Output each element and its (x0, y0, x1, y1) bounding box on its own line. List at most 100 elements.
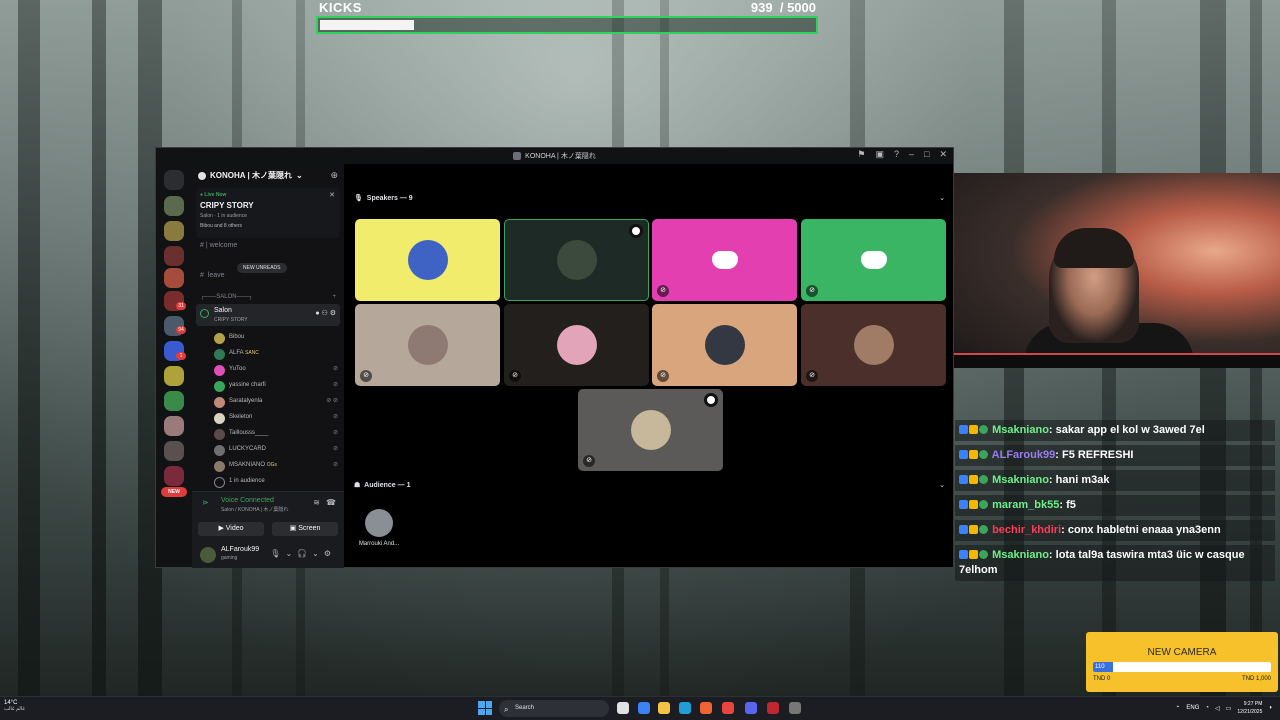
wifi-icon[interactable]: ◔ (1205, 705, 1209, 711)
chat-text: f5 (1066, 499, 1076, 511)
speaker-tile[interactable]: ⊘ (652, 219, 797, 301)
server-icon[interactable] (164, 268, 184, 288)
file-explorer-icon[interactable] (658, 702, 670, 714)
avatar[interactable] (200, 547, 216, 563)
badge-icon (979, 500, 988, 509)
taskbar-search[interactable]: ⌕ Search (499, 700, 609, 717)
voice-location: Salon / KONOHA | 木ノ葉隠れ (221, 507, 289, 513)
chat-username: Msakniano (992, 549, 1049, 561)
chevron-up-icon[interactable]: ⌃ (1175, 705, 1180, 712)
avatar (214, 349, 225, 360)
volume-icon[interactable]: ◁ (1215, 705, 1220, 712)
muted-icon: ⊘ (657, 285, 669, 297)
channel-welcome[interactable]: # | welcome (200, 242, 237, 249)
obs-icon[interactable] (767, 702, 779, 714)
voice-user[interactable]: MSAKNIANO OGs ⊘ (214, 460, 338, 473)
live-stage-card[interactable]: ● Live Now ✕ CRIPY STORY Salon · 1 in au… (196, 188, 340, 238)
noise-suppression-icon[interactable]: ≋ (313, 498, 320, 507)
chevron-down-icon[interactable]: ⌄ (939, 481, 945, 489)
voice-user[interactable]: YuToo ⊘ (214, 364, 338, 377)
channel-topic: CRIPY STORY (214, 317, 248, 323)
goal-title: NEW CAMERA (1147, 647, 1217, 658)
window-controls: ⚑ ▣ ? – □ ✕ (857, 149, 947, 160)
weather-widget[interactable]: 14°C غالم غالب (4, 700, 25, 712)
minimize-button[interactable]: – (909, 149, 914, 160)
channel-leave[interactable]: # leave (200, 272, 225, 279)
screen-icon[interactable]: ▣ (875, 149, 884, 160)
audience-header[interactable]: ☗ Audience — 1 (354, 481, 410, 489)
inbox-icon[interactable]: ⚑ (857, 149, 865, 160)
goal-progress-track: 110 (1093, 662, 1271, 672)
guild-header[interactable]: KONOHA | 木ノ葉隠れ ⌄ (198, 170, 303, 181)
server-icon[interactable] (164, 441, 184, 461)
chrome-icon[interactable] (722, 702, 734, 714)
speaker-tile[interactable]: ⊘ (578, 389, 723, 471)
app-icon[interactable] (789, 702, 801, 714)
maximize-button[interactable]: □ (924, 149, 929, 160)
speaker-tile[interactable]: ⊘ (801, 219, 946, 301)
chevron-down-icon[interactable]: ⌄ (939, 194, 945, 202)
server-icon[interactable] (164, 466, 184, 486)
username[interactable]: ALFarouk99 (221, 546, 259, 553)
voice-user[interactable]: ALFA SANC (214, 348, 338, 361)
battery-icon[interactable]: ▭ (1226, 705, 1232, 712)
server-icon[interactable] (164, 221, 184, 241)
server-icon[interactable] (164, 366, 184, 386)
category-salon[interactable]: ┌——SALON——┐ + (200, 294, 336, 300)
signal-icon[interactable]: ⋗ (202, 498, 214, 510)
voice-user[interactable]: Taillousss____ ⊘ (214, 428, 338, 441)
voice-channel-salon[interactable]: Salon CRIPY STORY ● ⚇ ⚙ (196, 304, 340, 326)
user-panel: ALFarouk99 gaming 🎙⌄🎧⌄⚙ (192, 541, 344, 568)
close-button[interactable]: ✕ (939, 149, 947, 160)
disconnect-icon[interactable]: ☎ (326, 498, 336, 507)
copilot-icon[interactable] (638, 702, 650, 714)
speaker-tile[interactable]: ⊘ (801, 304, 946, 386)
brave-icon[interactable] (700, 702, 712, 714)
server-icon[interactable] (164, 416, 184, 436)
channel-name: Salon (214, 307, 232, 314)
kicks-label: KICKS (319, 0, 362, 15)
discord-logo-icon (711, 251, 738, 269)
voice-user[interactable]: LUCKYCARD ⊘ (214, 444, 338, 457)
new-unreads-pill[interactable]: NEW UNREADS (237, 263, 287, 273)
server-icon[interactable] (164, 246, 184, 266)
speaker-tile[interactable] (504, 219, 649, 301)
start-button[interactable] (478, 701, 492, 715)
user-controls[interactable]: 🎙⌄🎧⌄⚙ (270, 549, 336, 558)
user-status: gaming (221, 555, 238, 561)
voice-connection-panel: ⋗ Voice Connected Salon / KONOHA | 木ノ葉隠れ… (192, 491, 344, 541)
weather-text: غالم غالب (4, 706, 25, 712)
voice-user[interactable]: Bibou (214, 332, 338, 345)
voice-status[interactable]: Voice Connected (221, 497, 274, 504)
voice-user[interactable]: Saratalyenla ⊘ ⊘ (214, 396, 338, 409)
edge-icon[interactable] (679, 702, 691, 714)
audience-member[interactable]: Marrouki And... (352, 509, 406, 547)
window-title: KONOHA | 木ノ葉隠れ (525, 153, 596, 160)
language-indicator[interactable]: ENG (1186, 705, 1199, 711)
audience-count[interactable]: 1 in audience (214, 476, 338, 489)
voice-user[interactable]: Skeleton ⊘ (214, 412, 338, 425)
voice-user[interactable]: yassine charfi ⊘ (214, 380, 338, 393)
new-servers-pill[interactable]: NEW (161, 487, 187, 497)
screen-share-button[interactable]: ▣ Screen (272, 522, 338, 536)
clock[interactable]: 9:27 PM 12/21/2025 (1237, 700, 1262, 716)
notification-icon[interactable]: ◑ (1268, 705, 1272, 711)
task-view-icon[interactable] (617, 702, 629, 714)
discord-home-icon[interactable] (164, 170, 184, 190)
speaker-tile[interactable]: ⊘ (652, 304, 797, 386)
discord-icon[interactable] (745, 702, 757, 714)
chat-username: Msakniano (992, 474, 1049, 486)
badge-icon (969, 450, 978, 459)
speaker-tile[interactable] (355, 219, 500, 301)
audience-name: Marrouki And... (358, 541, 400, 547)
channel-actions[interactable]: ● ⚇ ⚙ (315, 309, 336, 317)
speakers-header[interactable]: 🎙 Speakers — 9 (354, 194, 413, 202)
server-icon[interactable] (164, 391, 184, 411)
speaker-tile[interactable]: ⊘ (355, 304, 500, 386)
invite-people-icon[interactable]: ⊕ (330, 170, 338, 181)
speaker-tile[interactable]: ⊘ (504, 304, 649, 386)
help-icon[interactable]: ? (894, 149, 899, 160)
video-button[interactable]: ▶ Video (198, 522, 264, 536)
close-icon[interactable]: ✕ (329, 191, 335, 199)
server-icon[interactable] (164, 196, 184, 216)
